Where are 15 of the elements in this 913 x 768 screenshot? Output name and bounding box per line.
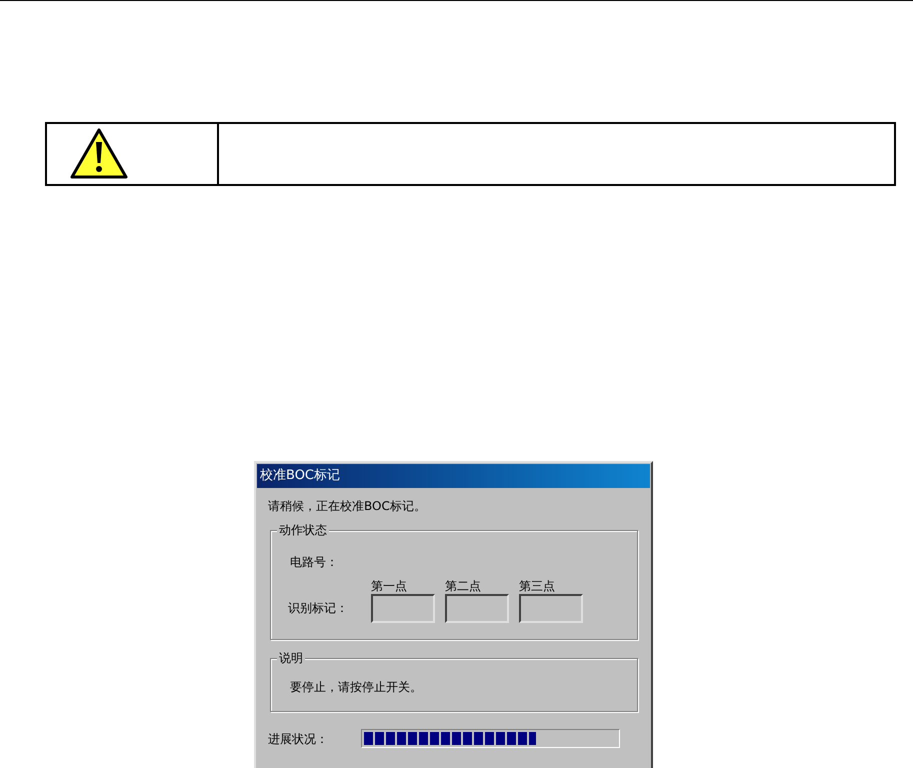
point-label: 第二点: [445, 578, 482, 594]
note-text: 要停止，请按停止开关。: [290, 679, 422, 696]
point-label: 第一点: [371, 578, 408, 594]
group-title: 动作状态: [277, 522, 329, 538]
mark-field: [371, 594, 435, 623]
point-label: 第三点: [519, 578, 556, 594]
progress-label: 进展状况：: [268, 730, 329, 748]
window-title: 校准BOC标记: [260, 467, 340, 486]
group-title: 说明: [277, 650, 305, 666]
circuit-label: 电路号：: [290, 554, 338, 571]
mark-label: 识别标记：: [288, 600, 348, 617]
mark-field: [445, 594, 509, 623]
warning-icon: [69, 127, 129, 181]
mark-field: [519, 594, 583, 623]
status-message: 请稍候，正在校准BOC标记。: [268, 498, 427, 515]
